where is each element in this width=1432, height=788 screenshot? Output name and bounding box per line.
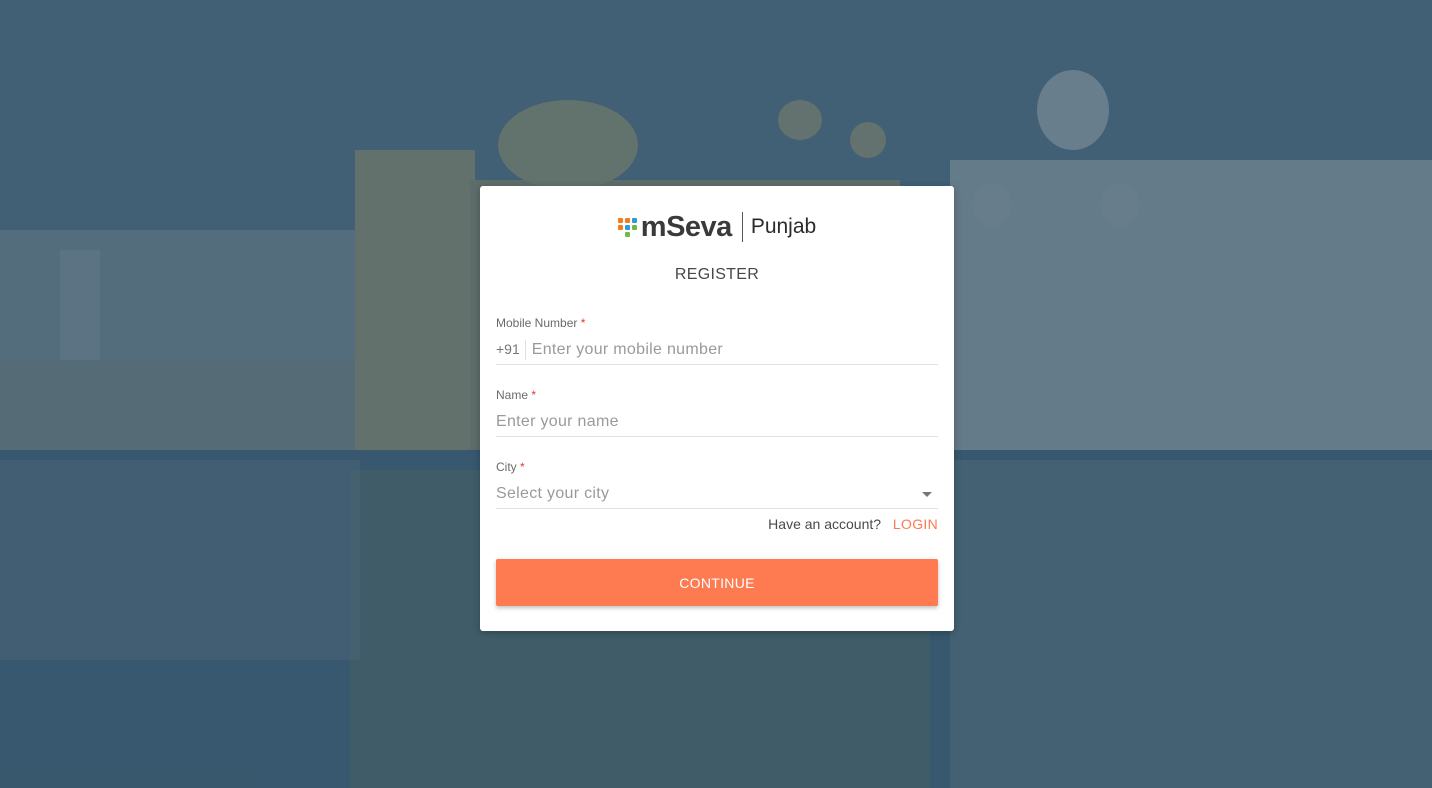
logo-dot <box>624 224 630 230</box>
country-code-prefix: +91 <box>496 340 526 360</box>
name-label: Name * <box>496 388 938 402</box>
brand-state: Punjab <box>750 215 817 238</box>
logo-dot <box>617 224 623 230</box>
brand-name: mSeva <box>640 210 733 243</box>
mobile-number-row: +91 <box>496 336 938 365</box>
name-field: Name * <box>496 388 938 437</box>
mobile-number-input[interactable] <box>531 341 938 359</box>
name-row <box>496 408 938 437</box>
name-label-text: Name <box>496 388 529 402</box>
logo-dot <box>624 217 630 223</box>
city-label: City * <box>496 460 938 474</box>
mseva-logo: mSeva Punjab <box>480 210 954 244</box>
mobile-number-field: Mobile Number * +91 <box>496 316 938 365</box>
logo-dot <box>618 232 623 237</box>
form-title: REGISTER <box>674 266 760 283</box>
logo-dot <box>617 217 623 223</box>
logo-dot <box>632 232 637 237</box>
city-field: City * Select your city <box>496 460 938 509</box>
logo-dot <box>631 217 637 223</box>
city-select[interactable]: Select your city <box>496 480 938 509</box>
city-select-placeholder: Select your city <box>496 485 610 502</box>
logo-divider <box>741 212 743 242</box>
required-mark: * <box>520 460 525 474</box>
logo-dot <box>624 231 630 237</box>
mobile-number-label: Mobile Number * <box>496 316 938 330</box>
register-card: mSeva Punjab REGISTER Mobile Number * +9… <box>480 186 954 631</box>
mobile-number-label-text: Mobile Number <box>496 316 578 330</box>
dropdown-arrow-icon[interactable] <box>922 491 932 497</box>
name-input[interactable] <box>496 413 938 431</box>
city-label-text: City <box>496 460 517 474</box>
continue-button[interactable]: CONTINUE <box>496 559 938 606</box>
account-prompt-row: Have an account? LOGIN <box>768 516 938 532</box>
required-mark: * <box>531 388 537 402</box>
account-prompt-text: Have an account? <box>768 516 882 532</box>
login-link[interactable]: LOGIN <box>893 516 938 532</box>
logo-dots-icon <box>617 217 637 237</box>
required-mark: * <box>580 316 586 330</box>
logo-dot <box>631 224 637 230</box>
